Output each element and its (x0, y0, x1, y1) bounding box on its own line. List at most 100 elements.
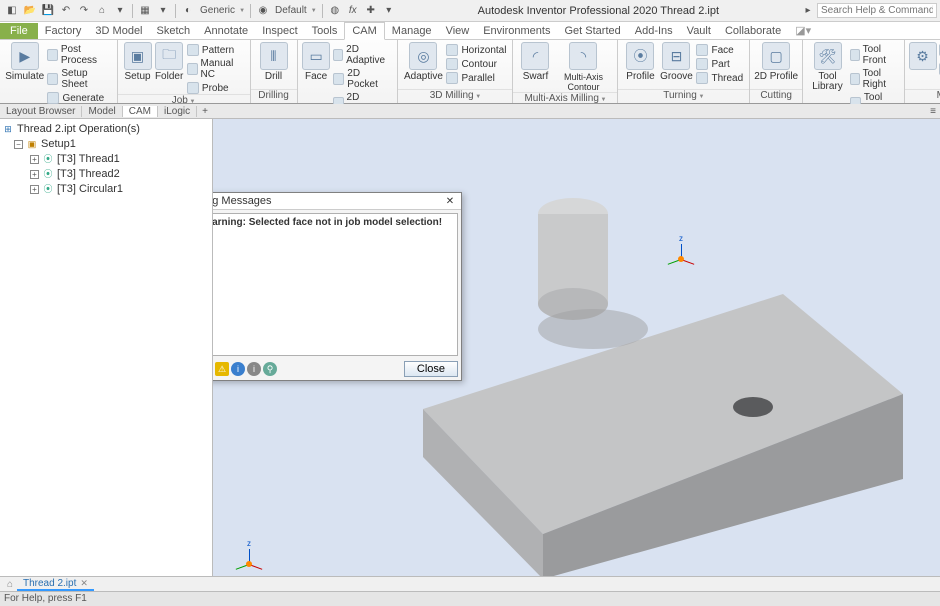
tree-item[interactable]: + ⦿ [T3] Circular1 (2, 182, 210, 197)
pattern-button[interactable]: Pattern (185, 44, 246, 56)
subtab-model[interactable]: Model (82, 106, 122, 117)
appearance-icon[interactable]: ◉ (255, 3, 271, 19)
tab-sketch[interactable]: Sketch (150, 23, 198, 39)
manage-icon[interactable]: ⚙ (909, 42, 937, 72)
tab-cam[interactable]: CAM (344, 22, 384, 40)
turn-face-button[interactable]: Face (694, 44, 745, 56)
turn-thread-button[interactable]: Thread (694, 72, 745, 84)
dialog-titlebar[interactable]: Log Messages ✕ (213, 193, 461, 210)
help-search[interactable] (817, 3, 937, 18)
info-filter-icon[interactable]: i (231, 362, 245, 376)
2d-profile-button[interactable]: ▢2D Profile (754, 42, 798, 82)
subtab-add[interactable]: + (197, 106, 213, 117)
manual-nc-button[interactable]: Manual NC (185, 58, 246, 80)
tab-3d-model[interactable]: 3D Model (88, 23, 149, 39)
close-tab-icon[interactable]: ✕ (80, 578, 88, 589)
open-icon[interactable]: 📂 (22, 3, 38, 19)
simulate-button[interactable]: ▶Simulate (4, 42, 45, 82)
chevron-down-icon[interactable]: ▾ (112, 3, 128, 19)
undo-icon[interactable]: ↶ (58, 3, 74, 19)
tab-get-started[interactable]: Get Started (557, 23, 627, 39)
tab-end-icon[interactable]: ◪▾ (788, 22, 818, 39)
tab-collaborate[interactable]: Collaborate (718, 23, 788, 39)
chevron-down-icon[interactable]: ▾ (381, 3, 397, 19)
subtab-ilogic[interactable]: iLogic (158, 106, 197, 117)
expand-icon[interactable]: − (14, 140, 23, 149)
tab-file[interactable]: File (0, 23, 38, 39)
tool-library-button[interactable]: 🛠Tool Library (807, 42, 848, 92)
probe-button[interactable]: Probe (185, 82, 246, 94)
tab-annotate[interactable]: Annotate (197, 23, 255, 39)
2d-pocket-button[interactable]: 2D Pocket (331, 68, 394, 90)
appearance-dropdown[interactable]: Default (272, 5, 319, 16)
tab-inspect[interactable]: Inspect (255, 23, 304, 39)
subtab-cam[interactable]: CAM (123, 106, 158, 117)
tab-vault[interactable]: Vault (680, 23, 718, 39)
chevron-down-icon[interactable]: ▾ (155, 3, 171, 19)
tab-tools[interactable]: Tools (305, 23, 345, 39)
collapse-icon[interactable]: ≡ (930, 106, 936, 117)
expand-icon[interactable]: + (30, 185, 39, 194)
tool-right-button[interactable]: Tool Right (848, 68, 900, 90)
swarf-button[interactable]: ◜Swarf (517, 42, 553, 82)
multi-axis-contour-button[interactable]: ◝Multi-Axis Contour (553, 42, 613, 92)
tab-factory[interactable]: Factory (38, 23, 89, 39)
subtab-layout-browser[interactable]: Layout Browser (0, 106, 82, 117)
save-icon[interactable]: 💾 (40, 3, 56, 19)
search-icon[interactable]: ▸ (800, 3, 816, 19)
warning-filter-icon[interactable]: ⚠ (215, 362, 229, 376)
hint-filter-icon[interactable]: i (247, 362, 261, 376)
material-icon[interactable]: ◐ (180, 3, 196, 19)
tab-environments[interactable]: Environments (476, 23, 557, 39)
turn-profile-button[interactable]: ⦿Profile (622, 42, 658, 82)
adaptive-button[interactable]: ◎Adaptive (402, 42, 444, 82)
debug-filter-icon[interactable]: ⚲ (263, 362, 277, 376)
tree-item[interactable]: + ⦿ [T3] Thread1 (2, 152, 210, 167)
setup-sheet-button[interactable]: Setup Sheet (45, 68, 112, 90)
search-input[interactable] (817, 3, 937, 18)
main-area: ⊞ Thread 2.ipt Operation(s) − ▣ Setup1 +… (0, 119, 940, 576)
3d-viewport[interactable]: Log Messages ✕ Warning: Selected face no… (213, 119, 940, 576)
tab-manage[interactable]: Manage (385, 23, 439, 39)
home-icon[interactable]: ⌂ (94, 3, 110, 19)
face-button[interactable]: ▭Face (302, 42, 331, 82)
tool-front-button[interactable]: Tool Front (848, 44, 900, 66)
plus-icon[interactable]: ✚ (363, 3, 379, 19)
redo-icon[interactable]: ↷ (76, 3, 92, 19)
param-icon[interactable]: ◍ (327, 3, 343, 19)
parallel-button[interactable]: Parallel (444, 72, 508, 84)
tree-item[interactable]: + ⦿ [T3] Thread2 (2, 167, 210, 182)
operation-icon: ⦿ (42, 154, 54, 166)
panel-title-3d-milling[interactable]: 3D Milling (398, 89, 512, 103)
tree-setup[interactable]: − ▣ Setup1 (2, 137, 210, 152)
select-icon[interactable]: ▦ (137, 3, 153, 19)
generate-button[interactable]: Generate (45, 92, 112, 104)
tab-add-ins[interactable]: Add-Ins (628, 23, 680, 39)
drill-button[interactable]: ⦀Drill (255, 42, 293, 82)
dialog-close-button[interactable]: Close (404, 361, 458, 377)
panel-title-multiaxis[interactable]: Multi-Axis Milling (513, 92, 617, 104)
panel-title-turning[interactable]: Turning (618, 89, 749, 103)
setup-button[interactable]: ▣Setup (122, 42, 154, 82)
turn-part-button[interactable]: Part (694, 58, 745, 70)
document-tabs: ⌂ Thread 2.ipt ✕ (0, 576, 940, 591)
task-manager-button[interactable]: Task Manager (937, 58, 940, 80)
folder-button[interactable]: 🗀Folder (153, 42, 185, 82)
tab-view[interactable]: View (439, 23, 477, 39)
close-icon[interactable]: ✕ (443, 194, 457, 208)
post-process-button[interactable]: Post Process (45, 44, 112, 66)
contour-button[interactable]: Contour (444, 58, 508, 70)
2d-adaptive-button[interactable]: 2D Adaptive (331, 44, 394, 66)
turn-groove-button[interactable]: ⊟Groove (658, 42, 694, 82)
home-tab-icon[interactable]: ⌂ (3, 579, 17, 590)
expand-icon[interactable]: + (30, 170, 39, 179)
panel-2d-milling: ▭Face 2D Adaptive 2D Pocket 2D Contour 2… (298, 40, 399, 103)
material-dropdown[interactable]: Generic (197, 5, 247, 16)
expand-icon[interactable]: + (30, 155, 39, 164)
tree-root[interactable]: ⊞ Thread 2.ipt Operation(s) (2, 122, 210, 137)
fx-icon[interactable]: fx (345, 3, 361, 19)
horizontal-button[interactable]: Horizontal (444, 44, 508, 56)
app-menu-icon[interactable]: ◧ (4, 3, 20, 19)
options-button[interactable]: Options (937, 44, 940, 56)
document-tab[interactable]: Thread 2.ipt ✕ (17, 578, 94, 591)
